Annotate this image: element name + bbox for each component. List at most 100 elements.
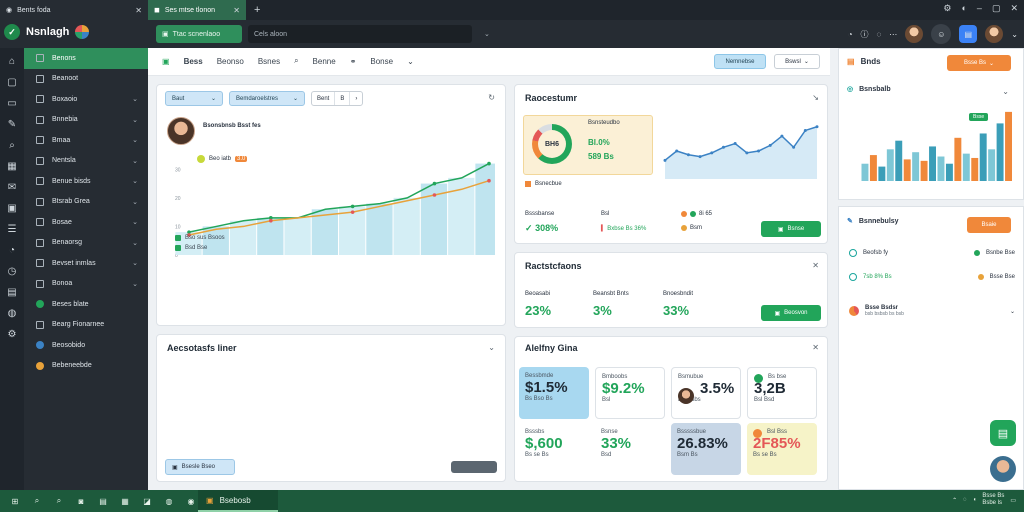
search-icon[interactable]: ⌕ <box>30 496 44 506</box>
sidebar-item[interactable]: Benons <box>24 48 148 69</box>
refresh-icon[interactable]: ↻ <box>488 93 495 102</box>
list-row[interactable]: 7sb 8% Bs Bsse Bse <box>849 273 1015 281</box>
filter-button[interactable]: Nemnebse <box>714 54 766 69</box>
kpi-tile[interactable]: Bsl Bss 2F85% Bs se Bs <box>747 423 817 475</box>
dropdown-icon[interactable]: ⌄ <box>484 30 490 38</box>
kpi-tile[interactable]: Bs bse 3,2B Bsl Bsd <box>747 367 817 419</box>
menu-dots-icon[interactable]: ⋯ <box>889 30 897 39</box>
search-icon[interactable]: ⌕ <box>9 140 15 151</box>
taskbar-app[interactable]: ▣ Bsebosb <box>198 490 278 512</box>
chevron-down-icon[interactable]: ⌄ <box>1011 30 1018 39</box>
help-icon[interactable]: ◔ <box>848 30 853 39</box>
segment-control[interactable]: Bent B › <box>311 91 364 106</box>
tab-4[interactable]: Benne <box>313 57 336 66</box>
network-icon[interactable]: ◌ <box>963 497 967 503</box>
sidebar-item[interactable]: Btsrab Grea ⌄ <box>24 192 148 213</box>
sidebar-item[interactable]: Benaorsg ⌄ <box>24 233 148 254</box>
clock-icon[interactable]: ◷ <box>8 266 17 277</box>
close-icon[interactable]: ✕ <box>233 6 240 15</box>
chat-icon[interactable]: ◌ <box>877 30 882 39</box>
avatar[interactable] <box>905 25 924 43</box>
view-button[interactable]: ▣ Bsnse <box>761 221 821 237</box>
calendar-icon[interactable]: ▦ <box>7 161 16 172</box>
card-action-button[interactable]: ▣ Bsesle Bseo <box>165 459 235 475</box>
sidebar-item[interactable]: Beanoot <box>24 69 148 90</box>
chevron-down-icon[interactable]: ⌄ <box>488 343 495 352</box>
sidebar-item[interactable]: Bosae ⌄ <box>24 212 148 233</box>
new-tab-icon[interactable]: + <box>254 4 260 16</box>
tab-1[interactable]: Bess <box>184 57 203 66</box>
user-icon[interactable]: ◐ <box>961 3 966 14</box>
tab-2[interactable]: Beonso <box>217 57 244 66</box>
segment-next-icon[interactable]: › <box>350 92 362 105</box>
kpi-tile[interactable]: Bsmubue3.5%Bsassbs <box>671 367 741 419</box>
settings-icon[interactable]: ⚙ <box>943 3 951 14</box>
kpi-tile[interactable]: Bmboobs $9.2% Bsl <box>595 367 665 419</box>
sidebar-item[interactable]: Benue bisds ⌄ <box>24 171 148 192</box>
sidebar-item[interactable]: Bevset inmlas ⌄ <box>24 253 148 274</box>
segment-option[interactable]: Bent <box>312 92 336 105</box>
sidebar-item[interactable]: Bnnebia ⌄ <box>24 110 148 131</box>
search-icon[interactable]: ⌕ <box>294 56 298 66</box>
tab-3[interactable]: Bsnes <box>258 57 280 66</box>
home-icon[interactable]: ⌂ <box>9 56 15 67</box>
kpi-tile[interactable]: Bessbmde $1.5% Bs Bso Bs <box>519 367 589 419</box>
camera-icon[interactable]: ◙ <box>74 497 88 506</box>
action-button[interactable]: Bsse Bs ⌄ <box>947 55 1011 71</box>
link-icon[interactable]: ⚭ <box>350 57 357 66</box>
info-icon[interactable]: ⓘ <box>861 29 869 40</box>
mail-icon[interactable]: ◉ <box>184 497 198 506</box>
image-icon[interactable]: ▣ <box>7 203 16 214</box>
filter-dropdown[interactable]: Baut ⌄ <box>165 91 223 106</box>
address-bar[interactable]: Cels aloon <box>248 25 472 43</box>
list-icon[interactable]: ☰ <box>8 224 17 235</box>
close-icon[interactable]: ✕ <box>812 261 819 270</box>
profile-icon[interactable]: ☺ <box>931 24 952 44</box>
avatar[interactable] <box>985 25 1004 43</box>
tab-5[interactable]: Bonse <box>370 57 393 66</box>
sidebar-item[interactable]: Beosobido <box>24 335 148 356</box>
store-icon[interactable]: ▦ <box>118 497 132 506</box>
options-button[interactable]: Bswsl ⌄ <box>774 54 820 69</box>
sidebar-item[interactable]: Bonoa ⌄ <box>24 274 148 295</box>
primary-action-button[interactable]: ▣ Ttac scnenlaoo <box>156 25 242 43</box>
sidebar-item[interactable]: Bearg Fionarnee <box>24 315 148 336</box>
filter-dropdown[interactable]: Bemdaroelstres ⌄ <box>229 91 305 106</box>
section-row[interactable]: Bsse Bsdsr bsb bsbsb bs bsb ⌄ <box>849 305 1015 317</box>
sidebar-item[interactable]: Beses blate <box>24 294 148 315</box>
close-window-icon[interactable]: ✕ <box>1010 3 1018 14</box>
pen-icon[interactable]: ✎ <box>8 119 16 130</box>
kpi-tile[interactable]: Bsssbs $,600 Bs se Bs <box>519 423 589 475</box>
chevron-down-icon[interactable]: ⌄ <box>1002 87 1009 96</box>
action-button[interactable]: Bsaie <box>967 217 1011 233</box>
maximize-icon[interactable]: ▢ <box>992 3 1001 14</box>
notification-icon[interactable]: ▭ <box>1010 497 1016 504</box>
close-icon[interactable]: ✕ <box>812 343 819 352</box>
support-avatar[interactable] <box>990 456 1016 482</box>
browser-tab-active[interactable]: ◼ Ses mtse tlonon ✕ <box>148 0 246 20</box>
sidebar-item[interactable]: Bmaa ⌄ <box>24 130 148 151</box>
document-icon[interactable]: ▭ <box>7 98 16 109</box>
chat-fab[interactable]: ▤ <box>990 420 1016 446</box>
folder-icon[interactable]: ▤ <box>96 497 110 506</box>
list-row[interactable]: Beofsb fy Bsnbe Bse <box>849 249 1015 257</box>
minimize-icon[interactable]: – <box>977 3 982 14</box>
segment-option[interactable]: B <box>335 92 351 105</box>
clock[interactable]: Bsse Bs Bsbe ls <box>982 493 1004 507</box>
folder-icon[interactable]: ▢ <box>7 77 16 88</box>
sidebar-item[interactable]: Bebeneebde <box>24 356 148 377</box>
volume-icon[interactable]: ◖ <box>973 497 977 503</box>
kpi-tile[interactable]: Bsssssbue 26.83% Bsm Bs <box>671 423 741 475</box>
expand-icon[interactable]: ↘ <box>812 93 819 102</box>
close-icon[interactable]: ✕ <box>135 6 142 15</box>
browser-tab[interactable]: ◉ Bents foda ✕ <box>0 0 148 20</box>
notification-icon[interactable]: ▤ <box>959 25 978 43</box>
view-button[interactable]: ▣ Beosvon <box>761 305 821 321</box>
mail-icon[interactable]: ✉ <box>8 182 16 193</box>
sidebar-item[interactable]: Nentsla ⌄ <box>24 151 148 172</box>
settings-icon[interactable]: ⚙ <box>8 329 17 340</box>
sidebar-item[interactable]: Boxaoio ⌄ <box>24 89 148 110</box>
search-icon[interactable]: ⌕ <box>52 496 66 506</box>
brand[interactable]: ✓ Nsnlagh <box>4 24 90 40</box>
browser-icon[interactable]: ◍ <box>162 497 176 506</box>
